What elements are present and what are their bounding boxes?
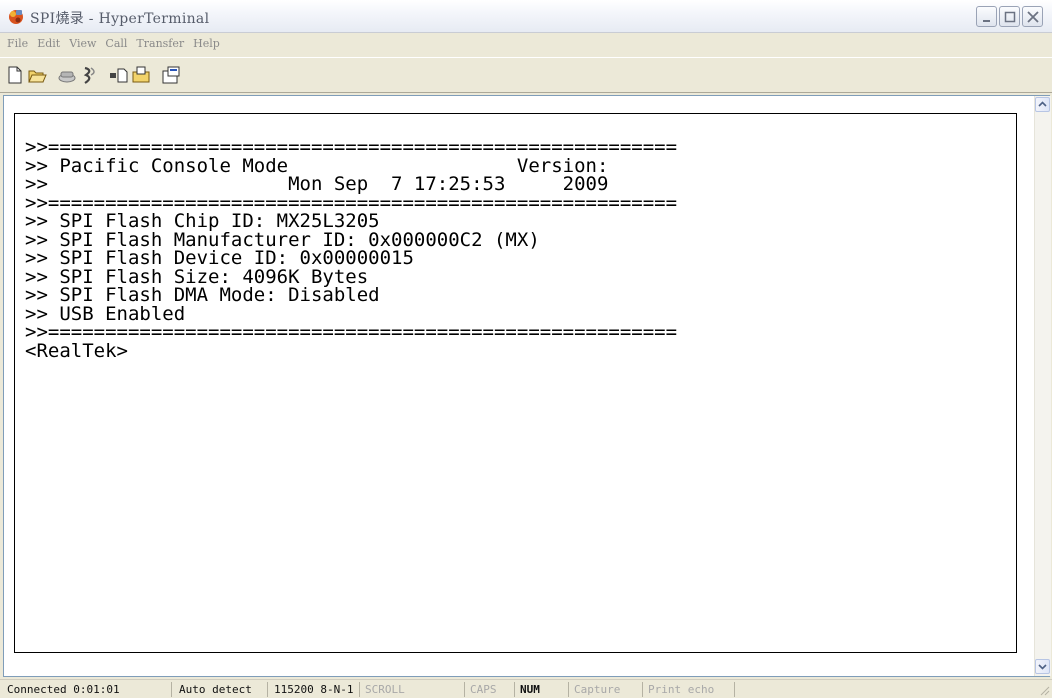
toolbar bbox=[0, 57, 1052, 93]
menu-help[interactable]: Help bbox=[193, 34, 220, 50]
close-icon bbox=[1027, 11, 1039, 23]
send-icon bbox=[110, 68, 128, 83]
status-num: NUM bbox=[517, 682, 569, 697]
terminal-line: >>======================================… bbox=[25, 136, 678, 158]
status-bar: Connected 0:01:01 Auto detect 115200 8-N… bbox=[0, 679, 1052, 698]
chevron-up-icon bbox=[1038, 101, 1047, 107]
resize-grip-icon[interactable] bbox=[1038, 684, 1050, 696]
minimize-icon bbox=[983, 20, 990, 22]
maximize-button[interactable] bbox=[999, 6, 1020, 27]
chevron-down-icon bbox=[1038, 664, 1047, 670]
scroll-up-button[interactable] bbox=[1035, 97, 1050, 112]
open-button[interactable] bbox=[26, 64, 48, 86]
status-detect: Auto detect bbox=[176, 682, 268, 697]
properties-button[interactable] bbox=[160, 64, 182, 86]
disconnect-button[interactable] bbox=[56, 64, 78, 86]
vertical-scrollbar[interactable] bbox=[1034, 96, 1051, 676]
hyperterminal-icon bbox=[9, 10, 23, 24]
status-print-echo: Print echo bbox=[645, 682, 735, 697]
terminal-line: >> SPI Flash Device ID: 0x00000015 bbox=[25, 247, 414, 269]
menu-edit[interactable]: Edit bbox=[37, 34, 60, 50]
call-button[interactable] bbox=[78, 64, 100, 86]
terminal-line: >> SPI Flash DMA Mode: Disabled bbox=[25, 284, 380, 306]
terminal-screen[interactable]: >>======================================… bbox=[14, 113, 1017, 653]
receive-button[interactable] bbox=[130, 64, 152, 86]
call-icon bbox=[83, 66, 95, 84]
terminal-window[interactable]: >>======================================… bbox=[3, 95, 1051, 677]
new-connection-icon bbox=[8, 66, 22, 84]
close-button[interactable] bbox=[1022, 6, 1043, 27]
menu-call[interactable]: Call bbox=[105, 34, 127, 50]
status-connected: Connected 0:01:01 bbox=[4, 682, 172, 697]
status-port-settings: 115200 8-N-1 bbox=[271, 682, 360, 697]
title-bar: SPI燒录 - HyperTerminal bbox=[0, 0, 1052, 33]
terminal-line: >> SPI Flash Chip ID: MX25L3205 bbox=[25, 210, 380, 232]
new-connection-button[interactable] bbox=[4, 64, 26, 86]
disconnect-icon bbox=[58, 71, 76, 83]
window-title: SPI燒录 - HyperTerminal bbox=[30, 11, 210, 27]
properties-icon bbox=[162, 66, 180, 84]
terminal-line: >>======================================… bbox=[25, 321, 678, 343]
menu-file[interactable]: File bbox=[7, 34, 28, 50]
status-capture: Capture bbox=[571, 682, 643, 697]
maximize-icon bbox=[1004, 11, 1016, 23]
menu-transfer[interactable]: Transfer bbox=[136, 34, 184, 50]
receive-icon bbox=[132, 66, 150, 83]
open-icon bbox=[28, 70, 47, 83]
status-caps: CAPS bbox=[467, 682, 515, 697]
status-scroll: SCROLL bbox=[362, 682, 465, 697]
terminal-output: >>======================================… bbox=[25, 138, 677, 360]
send-button[interactable] bbox=[108, 64, 130, 86]
minimize-button[interactable] bbox=[976, 6, 997, 27]
scroll-down-button[interactable] bbox=[1035, 659, 1050, 674]
menu-bar: File Edit View Call Transfer Help bbox=[0, 34, 1052, 56]
terminal-line: <RealTek> bbox=[25, 339, 128, 362]
menu-view[interactable]: View bbox=[69, 34, 96, 50]
terminal-line: >> Mon Sep 7 17:25:53 2009 bbox=[25, 173, 609, 195]
